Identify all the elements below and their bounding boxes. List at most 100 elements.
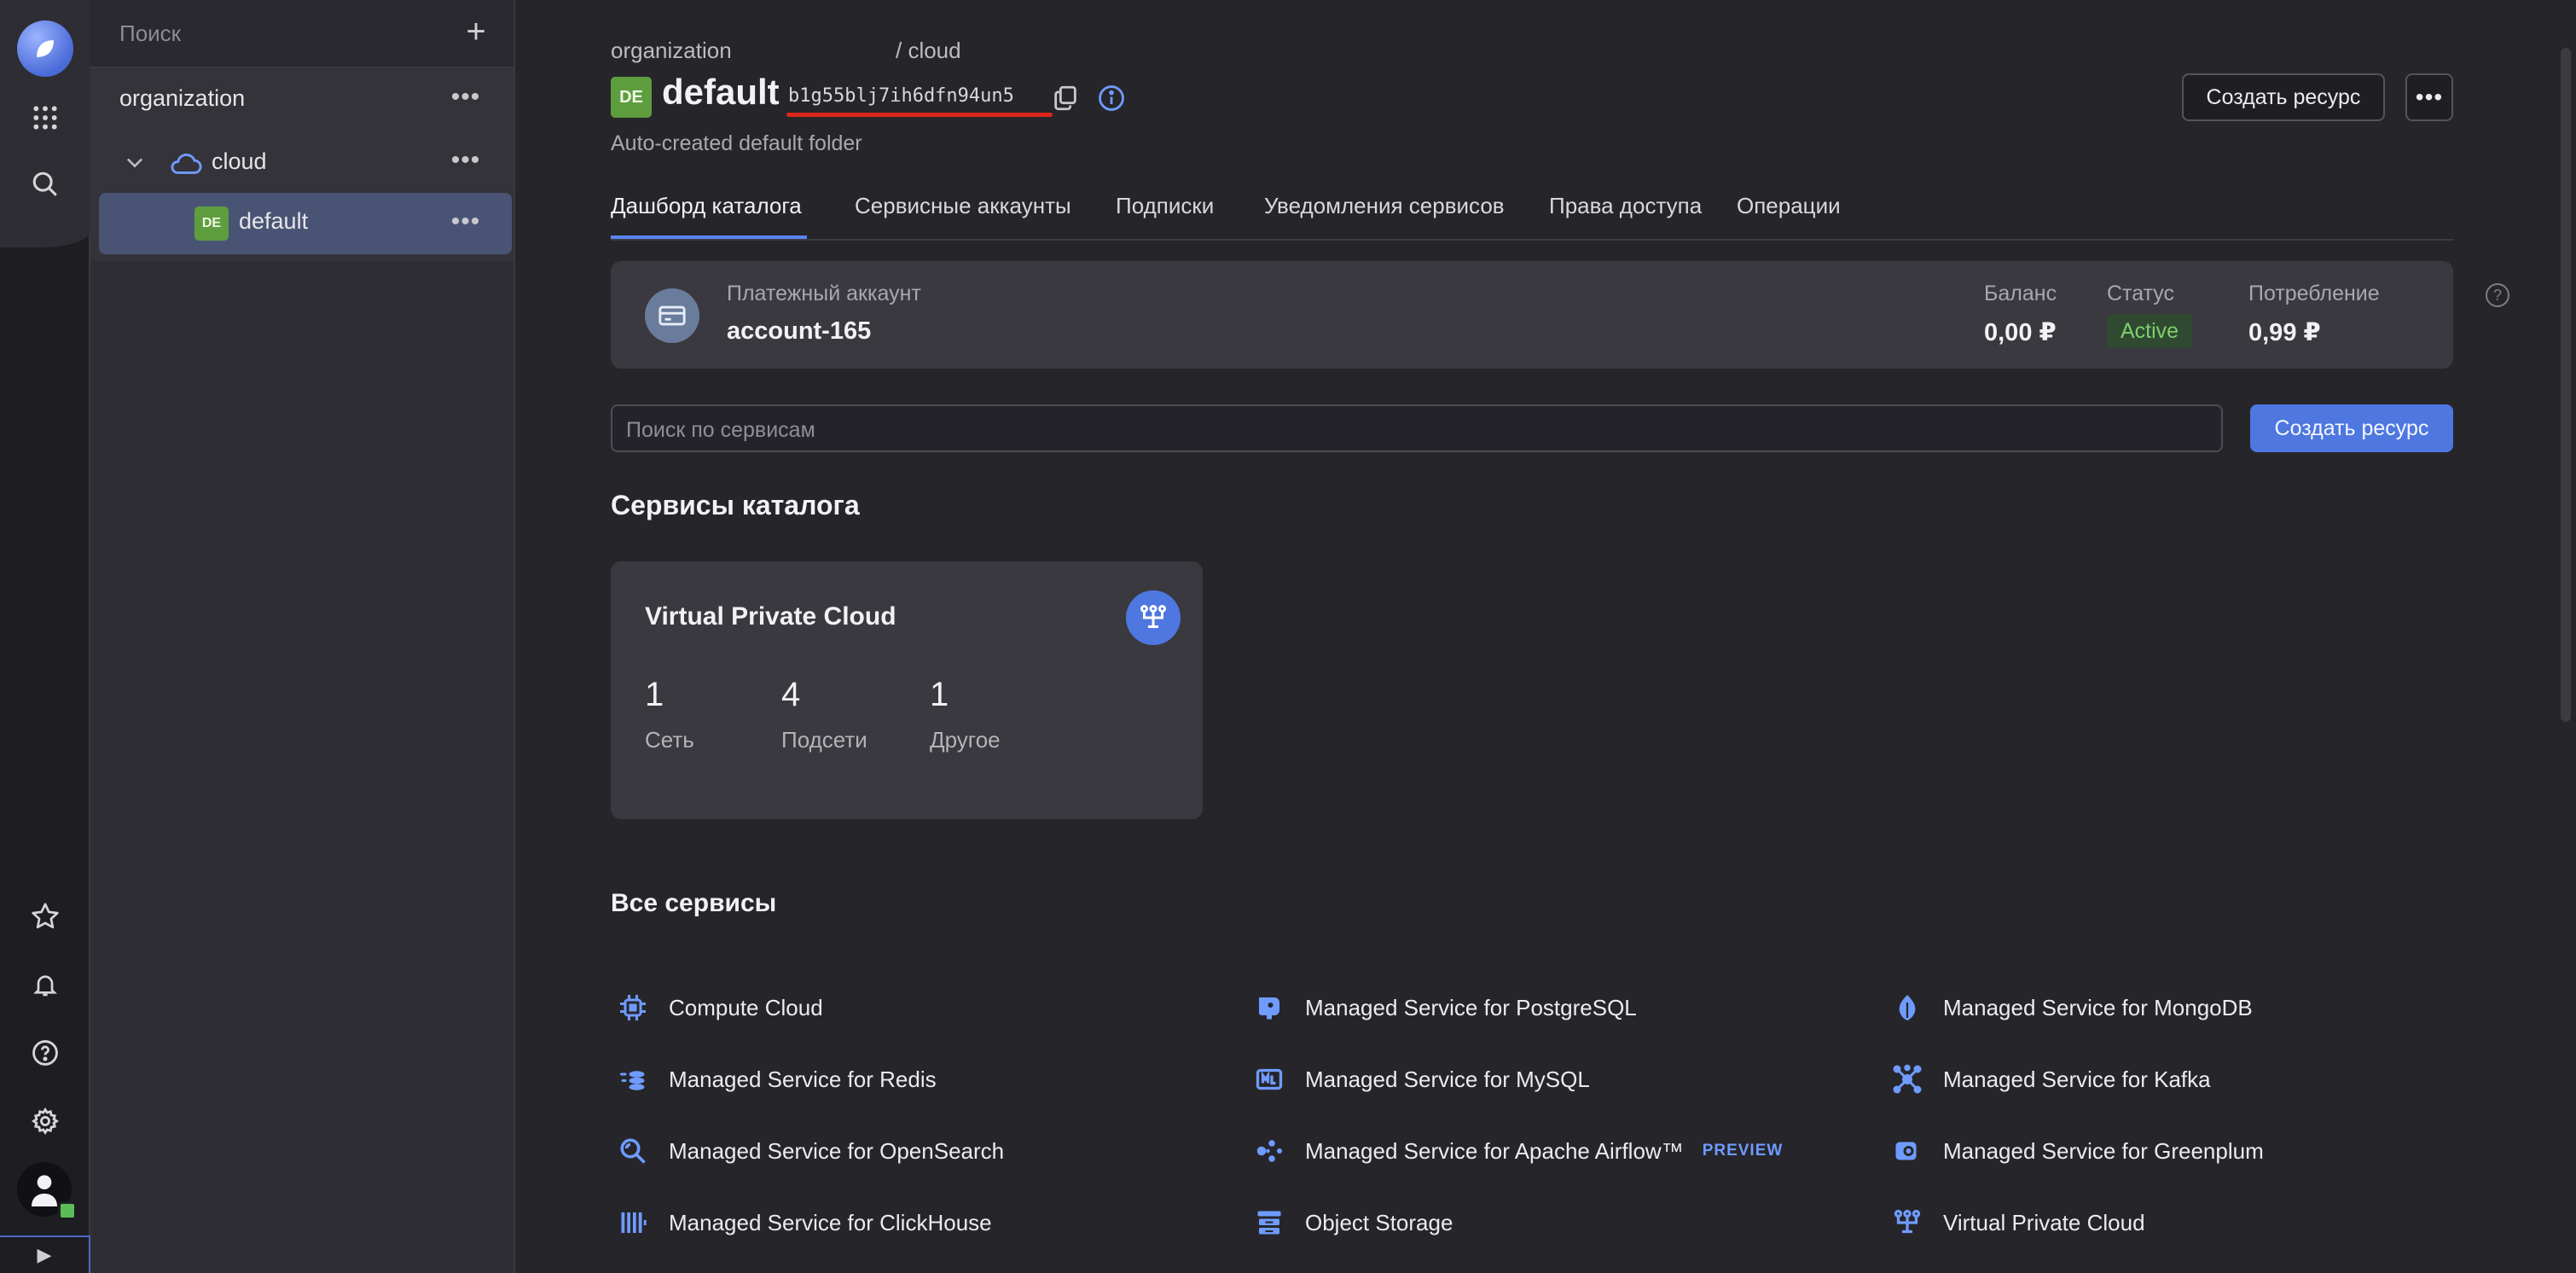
service-greenplum[interactable]: Managed Service for Greenplum: [1890, 1130, 2264, 1172]
clickhouse-icon: [616, 1206, 650, 1240]
tab-subscriptions[interactable]: Подписки: [1116, 193, 1214, 219]
service-postgresql[interactable]: Managed Service for PostgreSQL: [1252, 986, 1637, 1029]
service-name: Compute Cloud: [669, 994, 823, 1020]
service-vpc[interactable]: Virtual Private Cloud: [1890, 1201, 2145, 1244]
tree-item-default[interactable]: DE default •••: [99, 193, 512, 254]
service-name: Managed Service for Apache Airflow™: [1305, 1137, 1684, 1164]
copy-icon[interactable]: [1051, 84, 1080, 113]
tree-item-organization[interactable]: organization •••: [90, 68, 513, 131]
service-clickhouse[interactable]: Managed Service for ClickHouse: [616, 1201, 992, 1244]
stat-other-value[interactable]: 1: [930, 676, 949, 714]
play-icon: ▶: [37, 1244, 52, 1265]
service-search-input[interactable]: Поиск по сервисам: [611, 404, 2223, 452]
vpc-service-card[interactable]: Virtual Private Cloud 1 Сеть 4 Подсети 1…: [611, 561, 1203, 819]
tab-bar: Дашборд каталога Сервисные аккаунты Подп…: [611, 189, 2453, 241]
service-name: Managed Service for PostgreSQL: [1305, 994, 1637, 1020]
active-tab-indicator: [611, 235, 807, 239]
service-name: Managed Service for OpenSearch: [669, 1137, 1005, 1164]
service-compute-cloud[interactable]: Compute Cloud: [616, 986, 823, 1029]
greenplum-icon: [1890, 1134, 1924, 1168]
folder-badge: DE: [194, 206, 229, 241]
info-icon[interactable]: [1097, 84, 1126, 113]
page-title: default: [662, 72, 780, 112]
status-badge: [58, 1201, 77, 1220]
service-name: Managed Service for MongoDB: [1943, 994, 2253, 1020]
vpc-network-icon: [1126, 590, 1181, 645]
help-icon[interactable]: [20, 1027, 71, 1078]
more-actions-button[interactable]: •••: [2405, 73, 2453, 121]
tree-item-cloud[interactable]: cloud •••: [90, 131, 513, 195]
tab-service-notifications[interactable]: Уведомления сервисов: [1264, 193, 1505, 219]
object-storage-icon: [1252, 1206, 1286, 1240]
left-rail: ▶: [0, 0, 90, 1273]
status-badge: Active: [2107, 314, 2193, 348]
user-avatar-icon[interactable]: [17, 1162, 77, 1220]
service-airflow[interactable]: Managed Service for Apache Airflow™ PREV…: [1252, 1130, 1783, 1172]
add-icon[interactable]: +: [459, 15, 493, 49]
consumption-label: Потребление: [2248, 282, 2380, 305]
folder-id: b1g55blj7ih6dfn94un5: [788, 85, 1014, 107]
tab-dashboard[interactable]: Дашборд каталога: [611, 193, 802, 219]
folder-description: Auto-created default folder: [611, 131, 862, 155]
stat-networks-value[interactable]: 1: [645, 676, 664, 714]
service-kafka[interactable]: Managed Service for Kafka: [1890, 1058, 2211, 1101]
chevron-down-icon[interactable]: [123, 150, 147, 174]
service-name: Managed Service for MySQL: [1305, 1066, 1590, 1092]
preview-badge: PREVIEW: [1702, 1142, 1784, 1160]
star-icon[interactable]: [20, 891, 71, 942]
folder-badge: DE: [611, 77, 652, 118]
postgresql-icon: [1252, 991, 1286, 1025]
vpc-network-icon: [1890, 1206, 1924, 1240]
main-content: organization / cloud DE default b1g55blj…: [517, 0, 2564, 1273]
more-icon[interactable]: •••: [447, 143, 484, 181]
stat-networks-label: Сеть: [645, 727, 694, 753]
service-redis[interactable]: Managed Service for Redis: [616, 1058, 937, 1101]
tab-service-accounts[interactable]: Сервисные аккаунты: [855, 193, 1071, 219]
chip-icon: [616, 991, 650, 1025]
cloud-icon: [169, 148, 203, 177]
billing-account-value[interactable]: account-165: [727, 317, 871, 346]
resource-tree: Поиск + organization ••• cloud ••• DE de…: [90, 0, 515, 1273]
create-resource-button[interactable]: Создать ресурс: [2182, 73, 2385, 121]
scrollbar-thumb[interactable]: [2561, 48, 2571, 722]
breadcrumb-cloud[interactable]: / cloud: [896, 38, 961, 64]
billing-card-icon: [645, 288, 699, 343]
catalog-services-heading: Сервисы каталога: [611, 490, 860, 520]
service-name: Managed Service for ClickHouse: [669, 1209, 992, 1235]
tree-search[interactable]: Поиск +: [90, 0, 513, 68]
service-mysql[interactable]: Managed Service for MySQL: [1252, 1058, 1590, 1101]
create-resource-primary-button[interactable]: Создать ресурс: [2250, 404, 2453, 452]
billing-account-panel[interactable]: Платежный аккаунт account-165 Баланс 0,0…: [611, 261, 2509, 369]
mysql-icon: [1252, 1062, 1286, 1096]
status-label: Статус: [2107, 282, 2175, 305]
tab-access-rights[interactable]: Права доступа: [1549, 193, 1702, 219]
apps-grid-icon[interactable]: [20, 92, 71, 143]
tree-item-label: default: [239, 208, 309, 234]
breadcrumb-organization[interactable]: organization: [611, 38, 732, 64]
tree-item-label: organization: [119, 85, 246, 111]
search-icon[interactable]: [20, 159, 71, 210]
airflow-icon: [1252, 1134, 1286, 1168]
more-icon[interactable]: •••: [447, 205, 484, 242]
more-icon[interactable]: •••: [447, 80, 484, 118]
service-object-storage[interactable]: Object Storage: [1252, 1201, 1453, 1244]
collapse-rail-button[interactable]: ▶: [0, 1235, 90, 1273]
tab-operations[interactable]: Операции: [1737, 193, 1841, 219]
balance-value: 0,00 ₽: [1984, 319, 2057, 346]
service-name: Virtual Private Cloud: [1943, 1209, 2145, 1235]
stat-subnets-value[interactable]: 4: [781, 676, 800, 714]
card-title: Virtual Private Cloud: [645, 602, 896, 631]
service-mongodb[interactable]: Managed Service for MongoDB: [1890, 986, 2253, 1029]
help-icon[interactable]: ?: [2486, 283, 2509, 307]
gear-icon[interactable]: [20, 1096, 71, 1147]
more-icon: •••: [2415, 84, 2444, 110]
service-opensearch[interactable]: Managed Service for OpenSearch: [616, 1130, 1004, 1172]
service-name: Managed Service for Redis: [669, 1066, 937, 1092]
billing-account-label: Платежный аккаунт: [727, 282, 921, 305]
service-name: Object Storage: [1305, 1209, 1453, 1235]
bell-icon[interactable]: [20, 959, 71, 1010]
kafka-icon: [1890, 1062, 1924, 1096]
consumption-value: 0,99 ₽: [2248, 319, 2321, 346]
stat-subnets-label: Подсети: [781, 727, 867, 753]
logo-icon[interactable]: [17, 20, 73, 77]
